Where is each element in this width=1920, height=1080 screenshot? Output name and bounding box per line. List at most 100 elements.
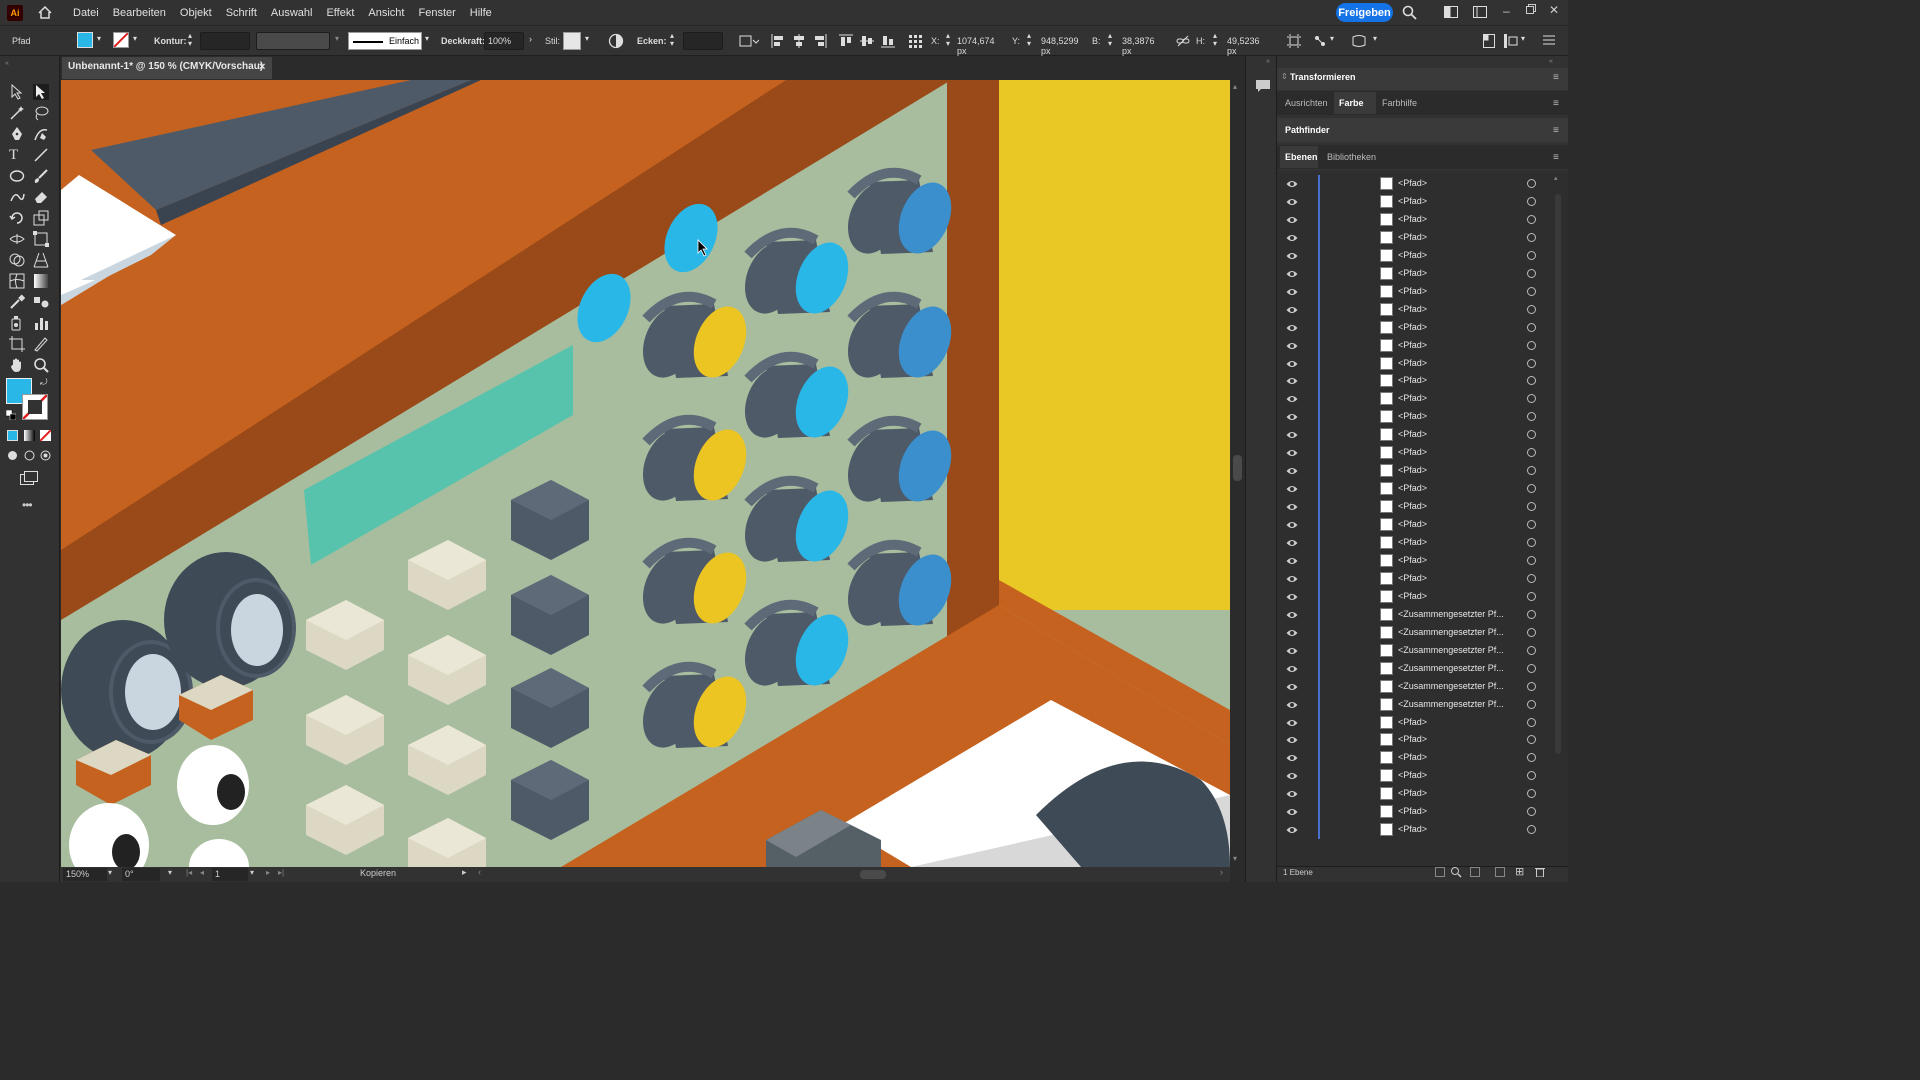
layer-name[interactable]: <Zusammengesetzter Pf... [1398, 627, 1504, 637]
lasso-tool-icon[interactable] [33, 105, 49, 121]
target-icon[interactable] [1527, 771, 1536, 781]
target-icon[interactable] [1527, 663, 1536, 673]
layer-name[interactable]: <Pfad> [1398, 717, 1427, 727]
layer-row[interactable]: <Pfad> [1280, 282, 1560, 301]
next-artboard-icon[interactable]: ▸ [266, 868, 270, 877]
layer-name[interactable]: <Pfad> [1398, 537, 1427, 547]
layer-row[interactable]: <Pfad> [1280, 569, 1560, 588]
transform-options-icon[interactable] [739, 33, 760, 49]
arrange-documents-icon[interactable] [1444, 6, 1458, 18]
tab-farbhilfe[interactable]: Farbhilfe [1382, 98, 1417, 108]
y-field[interactable]: 948,5299 px [1040, 32, 1090, 56]
eye-icon[interactable] [1286, 681, 1298, 693]
paintbrush-tool-icon[interactable] [33, 168, 49, 184]
link-proportions-icon[interactable] [1176, 34, 1190, 48]
layer-row[interactable]: <Zusammengesetzter Pf... [1280, 623, 1560, 642]
target-icon[interactable] [1527, 179, 1536, 188]
target-icon[interactable] [1527, 699, 1536, 709]
panel-menu-icon[interactable]: ≡ [1553, 72, 1559, 83]
symbol-sprayer-tool-icon[interactable] [9, 315, 25, 331]
layer-row[interactable]: <Zusammengesetzter Pf... [1280, 659, 1560, 678]
layer-name[interactable]: <Pfad> [1398, 573, 1427, 583]
layer-row[interactable]: <Pfad> [1280, 175, 1560, 193]
eye-icon[interactable] [1286, 806, 1298, 818]
trash-icon[interactable] [1535, 867, 1545, 878]
shaper-tool-icon[interactable] [9, 189, 25, 205]
layer-row[interactable]: <Pfad> [1280, 731, 1560, 750]
width-field[interactable]: 38,3876 px [1121, 32, 1166, 56]
selection-tool-icon[interactable] [9, 83, 25, 100]
layer-name[interactable]: <Pfad> [1398, 358, 1427, 368]
draw-behind-icon[interactable] [24, 450, 35, 461]
status-menu-icon[interactable]: ▸ [462, 867, 467, 878]
layer-row[interactable]: <Pfad> [1280, 785, 1560, 804]
target-icon[interactable] [1527, 448, 1536, 458]
color-mode-icon[interactable] [7, 430, 18, 441]
workspace-icon[interactable] [1473, 6, 1487, 18]
pen-tool-icon[interactable] [9, 126, 25, 142]
layer-name[interactable]: <Pfad> [1398, 304, 1427, 314]
width-stepper[interactable]: ▴ ▾ [1108, 32, 1112, 48]
eye-icon[interactable] [1286, 196, 1298, 208]
isolate-icon[interactable] [1287, 34, 1301, 48]
target-icon[interactable] [1527, 502, 1536, 512]
target-icon[interactable] [1527, 340, 1536, 350]
eye-icon[interactable] [1286, 734, 1298, 746]
chevron-right-icon[interactable]: › [529, 34, 532, 44]
layer-name[interactable]: <Pfad> [1398, 465, 1427, 475]
eye-icon[interactable] [1286, 537, 1298, 549]
layer-row[interactable]: <Pfad> [1280, 713, 1560, 732]
eye-icon[interactable] [1286, 555, 1298, 567]
target-icon[interactable] [1527, 735, 1536, 745]
layer-row[interactable]: <Pfad> [1280, 534, 1560, 552]
align-middle-icon[interactable] [860, 34, 874, 48]
eye-icon[interactable] [1286, 322, 1298, 334]
line-tool-icon[interactable] [33, 147, 49, 163]
eye-icon[interactable] [1286, 393, 1298, 405]
layer-name[interactable]: <Pfad> [1398, 734, 1427, 744]
layer-row[interactable]: <Pfad> [1280, 354, 1560, 373]
layer-row[interactable]: <Pfad> [1280, 264, 1560, 283]
chevron-down-icon[interactable]: ▾ [168, 868, 172, 877]
search-icon[interactable] [1402, 5, 1417, 20]
tab-farbe[interactable]: Farbe [1339, 98, 1364, 108]
stroke-weight-field[interactable] [200, 32, 250, 50]
more-tools-icon[interactable]: ••• [22, 498, 38, 512]
layer-row[interactable]: <Zusammengesetzter Pf... [1280, 641, 1560, 660]
eye-icon[interactable] [1286, 214, 1298, 226]
eye-icon[interactable] [1286, 358, 1298, 370]
layer-name[interactable]: <Zusammengesetzter Pf... [1398, 663, 1504, 673]
stroke-swatch[interactable] [113, 32, 129, 48]
layer-name[interactable]: <Pfad> [1398, 322, 1427, 332]
puppet-warp-icon[interactable] [1313, 34, 1327, 48]
envelope-distort-icon[interactable] [1352, 34, 1366, 48]
layer-row[interactable]: <Pfad> [1280, 821, 1560, 840]
collapse-icon[interactable]: « [1549, 58, 1553, 65]
panel-menu-icon[interactable]: ≡ [1553, 98, 1559, 109]
mesh-tool-icon[interactable] [9, 273, 25, 289]
eye-icon[interactable] [1286, 663, 1298, 675]
eye-icon[interactable] [1286, 591, 1298, 603]
corners-field[interactable] [683, 32, 723, 50]
artboard-field[interactable]: 1 [212, 868, 248, 881]
column-graph-tool-icon[interactable] [33, 315, 49, 331]
stroke-color-swatch[interactable] [22, 394, 48, 420]
chevron-down-icon[interactable]: ▾ [335, 34, 339, 43]
draw-inside-icon[interactable] [40, 450, 51, 461]
target-icon[interactable] [1527, 573, 1536, 583]
shape-builder-tool-icon[interactable] [9, 252, 25, 268]
variable-width-profile[interactable] [256, 32, 330, 50]
zoom-tool-icon[interactable] [33, 357, 49, 373]
layer-name[interactable]: <Pfad> [1398, 519, 1427, 529]
layer-name[interactable]: <Pfad> [1398, 788, 1427, 798]
target-icon[interactable] [1527, 789, 1536, 799]
document-tab[interactable]: Unbenannt-1* @ 150 % (CMYK/Vorschau) × [62, 57, 272, 79]
align-bottom-icon[interactable] [881, 34, 895, 48]
eye-icon[interactable] [1286, 340, 1298, 352]
layer-name[interactable]: <Pfad> [1398, 196, 1427, 206]
layer-name[interactable]: <Pfad> [1398, 214, 1427, 224]
horizontal-scroll-thumb[interactable] [860, 870, 886, 879]
align-to-icon[interactable] [1504, 34, 1518, 48]
tab-ausrichten[interactable]: Ausrichten [1285, 98, 1328, 108]
y-stepper[interactable]: ▴ ▾ [1027, 32, 1031, 48]
